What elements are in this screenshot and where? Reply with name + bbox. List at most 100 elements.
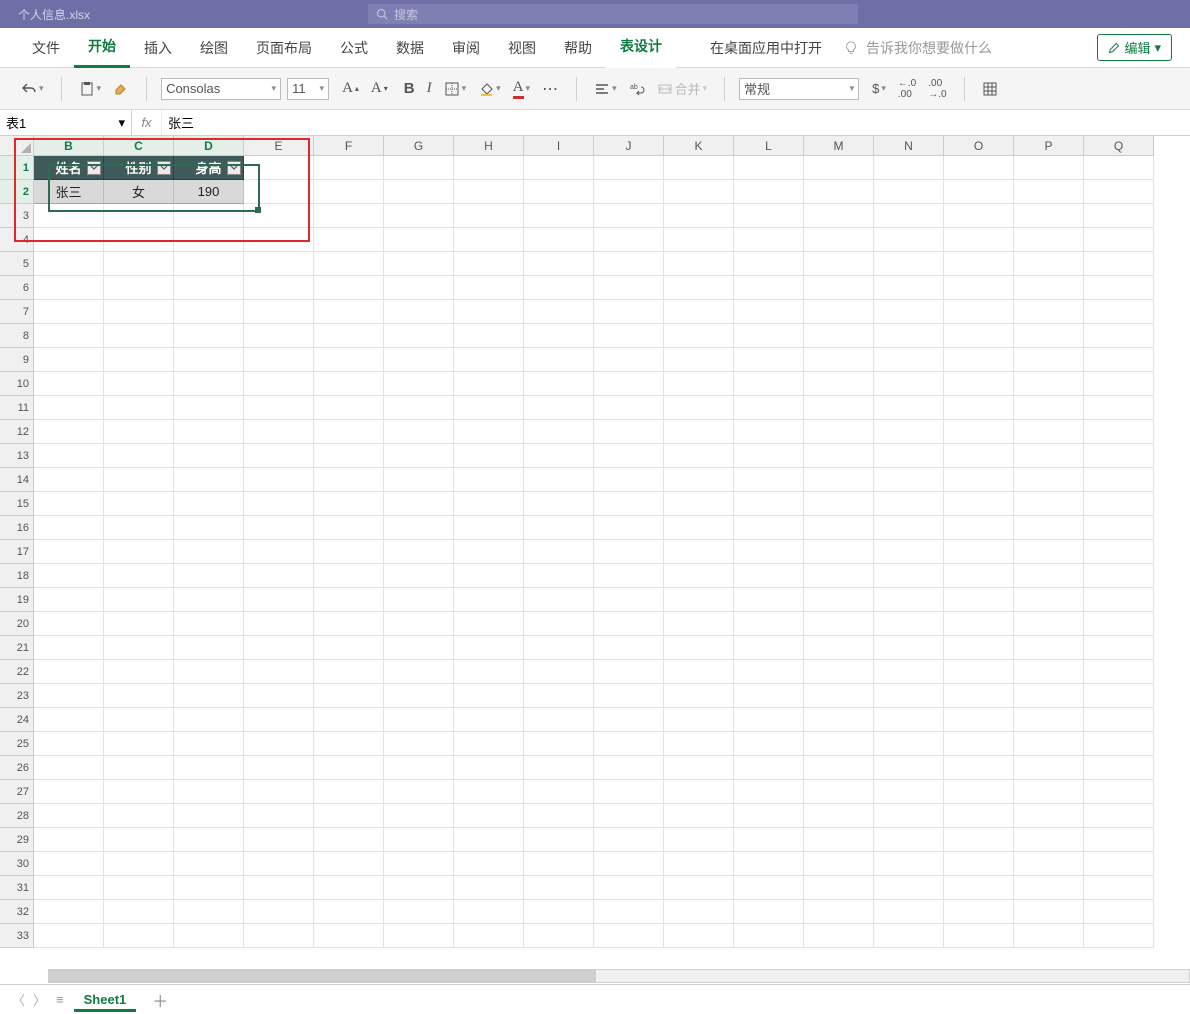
number-format-select[interactable]: 常规▾ <box>739 78 859 100</box>
cell[interactable] <box>174 300 244 324</box>
cell[interactable] <box>244 276 314 300</box>
cell[interactable] <box>244 348 314 372</box>
cell[interactable] <box>594 564 664 588</box>
row-header[interactable]: 28 <box>0 804 34 828</box>
row-header[interactable]: 23 <box>0 684 34 708</box>
cell[interactable] <box>1084 420 1154 444</box>
cell[interactable] <box>244 756 314 780</box>
cell[interactable] <box>874 228 944 252</box>
cell[interactable] <box>1014 300 1084 324</box>
cell[interactable] <box>1084 372 1154 396</box>
column-header[interactable]: C <box>104 136 174 156</box>
cell[interactable] <box>384 612 454 636</box>
cell[interactable] <box>734 588 804 612</box>
cell[interactable] <box>314 924 384 948</box>
cell[interactable] <box>804 732 874 756</box>
cell[interactable] <box>944 276 1014 300</box>
cell[interactable] <box>1014 756 1084 780</box>
cell[interactable] <box>944 516 1014 540</box>
cell[interactable] <box>174 828 244 852</box>
cell[interactable] <box>454 348 524 372</box>
cell[interactable] <box>594 924 664 948</box>
cell[interactable] <box>804 564 874 588</box>
row-header[interactable]: 1 <box>0 156 34 180</box>
column-header[interactable]: G <box>384 136 454 156</box>
cell[interactable] <box>874 492 944 516</box>
cell[interactable] <box>524 156 594 180</box>
cell[interactable] <box>34 756 104 780</box>
cell[interactable] <box>244 612 314 636</box>
cell[interactable] <box>34 396 104 420</box>
cell[interactable] <box>1014 732 1084 756</box>
cell[interactable] <box>1014 636 1084 660</box>
cell[interactable] <box>174 396 244 420</box>
cell[interactable] <box>174 804 244 828</box>
cell[interactable] <box>734 636 804 660</box>
cell[interactable] <box>1084 828 1154 852</box>
cell[interactable] <box>454 396 524 420</box>
cell[interactable] <box>524 924 594 948</box>
cell[interactable] <box>104 372 174 396</box>
cell[interactable] <box>594 420 664 444</box>
cell[interactable] <box>384 348 454 372</box>
cell[interactable] <box>734 852 804 876</box>
cell[interactable] <box>454 684 524 708</box>
cell[interactable] <box>664 852 734 876</box>
cell[interactable] <box>384 828 454 852</box>
cell[interactable] <box>104 780 174 804</box>
cell[interactable] <box>314 780 384 804</box>
cell[interactable] <box>34 612 104 636</box>
cell[interactable] <box>244 372 314 396</box>
cell[interactable] <box>664 804 734 828</box>
format-painter-button[interactable] <box>110 79 132 99</box>
cell[interactable] <box>944 444 1014 468</box>
cell[interactable] <box>174 492 244 516</box>
cell[interactable] <box>944 924 1014 948</box>
cell[interactable] <box>594 612 664 636</box>
cell[interactable] <box>314 180 384 204</box>
cell[interactable] <box>244 324 314 348</box>
cell[interactable] <box>804 852 874 876</box>
cell[interactable] <box>524 204 594 228</box>
cell[interactable] <box>524 252 594 276</box>
cell[interactable] <box>314 276 384 300</box>
cell[interactable] <box>174 636 244 660</box>
cell[interactable] <box>454 516 524 540</box>
bold-button[interactable]: B <box>401 78 418 99</box>
cell[interactable] <box>1084 252 1154 276</box>
cell[interactable] <box>314 468 384 492</box>
cell[interactable] <box>454 780 524 804</box>
cell[interactable] <box>384 876 454 900</box>
cell[interactable] <box>384 492 454 516</box>
cell[interactable] <box>1084 348 1154 372</box>
cell[interactable] <box>1084 804 1154 828</box>
cell[interactable] <box>384 684 454 708</box>
cell[interactable] <box>874 372 944 396</box>
cell[interactable] <box>34 924 104 948</box>
cell[interactable] <box>314 828 384 852</box>
cell[interactable] <box>34 636 104 660</box>
filter-button[interactable] <box>87 161 101 175</box>
cell[interactable] <box>454 708 524 732</box>
cell[interactable] <box>104 876 174 900</box>
cell[interactable] <box>944 540 1014 564</box>
cell[interactable] <box>104 540 174 564</box>
cell[interactable] <box>1084 468 1154 492</box>
cell[interactable] <box>244 228 314 252</box>
cell[interactable] <box>454 276 524 300</box>
cell[interactable] <box>944 804 1014 828</box>
more-font-button[interactable]: ⋯ <box>539 77 562 101</box>
cell[interactable] <box>944 828 1014 852</box>
cell[interactable] <box>34 660 104 684</box>
cell[interactable] <box>524 612 594 636</box>
cell[interactable] <box>454 228 524 252</box>
cell[interactable] <box>874 900 944 924</box>
cell[interactable] <box>314 300 384 324</box>
tab-data[interactable]: 数据 <box>382 28 438 68</box>
cell[interactable] <box>804 588 874 612</box>
row-header[interactable]: 32 <box>0 900 34 924</box>
cell[interactable] <box>594 492 664 516</box>
cell[interactable] <box>1014 492 1084 516</box>
cell[interactable] <box>34 372 104 396</box>
cell[interactable] <box>454 204 524 228</box>
